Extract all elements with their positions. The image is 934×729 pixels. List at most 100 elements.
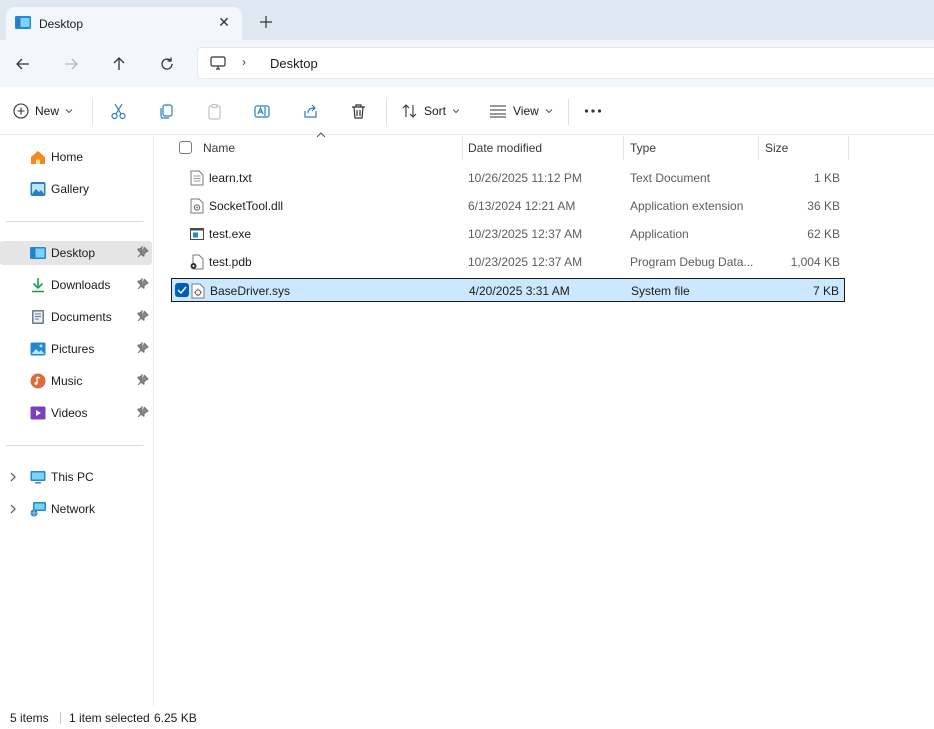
rename-icon bbox=[254, 104, 270, 118]
tab-desktop[interactable]: Desktop ✕ bbox=[6, 7, 242, 40]
breadcrumb-desktop[interactable]: Desktop bbox=[270, 56, 318, 71]
back-button[interactable] bbox=[11, 52, 35, 76]
sidebar-item-videos[interactable]: Videos bbox=[0, 401, 152, 425]
close-tab-icon[interactable]: ✕ bbox=[214, 12, 234, 32]
file-size: 1 KB bbox=[813, 171, 840, 185]
selection-count: 1 item selected bbox=[69, 711, 150, 725]
videos-icon bbox=[30, 406, 46, 420]
file-row[interactable]: test.exe 10/23/2025 12:37 AM Application… bbox=[171, 222, 845, 246]
arrow-right-icon bbox=[65, 58, 78, 70]
forward-button[interactable] bbox=[59, 52, 83, 76]
sort-button[interactable]: Sort bbox=[402, 99, 460, 123]
view-list-icon bbox=[490, 105, 506, 118]
title-bar: Desktop ✕ bbox=[0, 0, 934, 40]
downloads-icon bbox=[32, 278, 44, 293]
trash-icon bbox=[352, 103, 365, 119]
share-button[interactable] bbox=[302, 99, 319, 123]
file-list: Name Date modified Type Size learn.txt 1… bbox=[154, 132, 934, 706]
column-header-date[interactable]: Date modified bbox=[462, 136, 623, 160]
sort-label: Sort bbox=[424, 104, 447, 118]
pin-icon[interactable] bbox=[137, 374, 149, 386]
column-size-label: Size bbox=[765, 141, 789, 155]
new-tab-button[interactable] bbox=[256, 12, 276, 32]
cut-button[interactable] bbox=[110, 99, 127, 123]
breadcrumb-separator[interactable]: › bbox=[242, 55, 246, 69]
rename-button[interactable] bbox=[254, 99, 271, 123]
file-size: 7 KB bbox=[812, 284, 839, 298]
documents-icon bbox=[32, 310, 44, 324]
file-name: SocketTool.dll bbox=[209, 199, 284, 213]
up-button[interactable] bbox=[107, 52, 131, 76]
file-row-selected[interactable]: BaseDriver.sys 4/20/2025 3:31 AM System … bbox=[171, 278, 845, 302]
view-label: View bbox=[513, 104, 539, 118]
more-icon bbox=[584, 109, 602, 113]
pin-icon[interactable] bbox=[137, 310, 149, 322]
network-icon bbox=[30, 502, 46, 517]
view-button[interactable]: View bbox=[489, 99, 553, 123]
see-more-button[interactable] bbox=[584, 99, 602, 123]
file-name: BaseDriver.sys bbox=[210, 284, 291, 298]
delete-button[interactable] bbox=[350, 99, 367, 123]
new-button[interactable]: New bbox=[13, 99, 73, 123]
copy-button[interactable] bbox=[158, 99, 175, 123]
sort-icon bbox=[402, 104, 417, 118]
text-file-icon bbox=[190, 170, 204, 186]
sidebar-item-music[interactable]: Music bbox=[0, 369, 152, 393]
row-checkbox-checked[interactable] bbox=[175, 283, 189, 297]
toolbar-divider bbox=[568, 99, 569, 125]
sidebar-item-desktop[interactable]: Desktop bbox=[0, 241, 152, 265]
file-date: 10/23/2025 12:37 AM bbox=[468, 255, 583, 269]
file-date: 10/26/2025 11:12 PM bbox=[468, 171, 582, 185]
selection-size: 6.25 KB bbox=[154, 711, 197, 725]
copy-icon bbox=[160, 103, 173, 119]
sidebar-item-network[interactable]: Network bbox=[0, 497, 152, 521]
sidebar-item-label: Downloads bbox=[51, 278, 111, 292]
file-size: 62 KB bbox=[807, 227, 840, 241]
file-date: 10/23/2025 12:37 AM bbox=[468, 227, 583, 241]
chevron-right-icon[interactable] bbox=[8, 470, 18, 484]
file-row[interactable]: learn.txt 10/26/2025 11:12 PM Text Docum… bbox=[171, 166, 845, 190]
sidebar-item-label: Videos bbox=[51, 406, 88, 420]
sidebar-item-gallery[interactable]: Gallery bbox=[0, 177, 152, 201]
sidebar-divider bbox=[6, 445, 143, 446]
pin-icon[interactable] bbox=[137, 278, 149, 290]
file-row[interactable]: test.pdb 10/23/2025 12:37 AM Program Deb… bbox=[171, 250, 845, 274]
sidebar-item-pictures[interactable]: Pictures bbox=[0, 337, 152, 361]
navigation-pane: Home Gallery Desktop Downloads Documents… bbox=[0, 136, 154, 706]
select-all-checkbox[interactable] bbox=[179, 141, 192, 154]
address-bar[interactable]: › Desktop bbox=[197, 47, 934, 79]
music-icon bbox=[30, 373, 46, 389]
item-count: 5 items bbox=[10, 711, 49, 725]
gallery-icon bbox=[30, 182, 46, 196]
monitor-icon[interactable] bbox=[210, 55, 226, 71]
column-header-size[interactable]: Size bbox=[758, 136, 848, 160]
pin-icon[interactable] bbox=[137, 246, 149, 258]
sidebar-item-label: Music bbox=[51, 374, 83, 388]
arrow-up-icon bbox=[113, 57, 125, 70]
status-bar: 5 items 1 item selected 6.25 KB bbox=[0, 706, 934, 729]
sidebar-item-downloads[interactable]: Downloads bbox=[0, 273, 152, 297]
chevron-down-icon bbox=[545, 109, 553, 114]
sidebar-item-label: Documents bbox=[51, 310, 112, 324]
paste-button[interactable] bbox=[206, 99, 223, 123]
pictures-icon bbox=[30, 342, 46, 356]
pin-icon[interactable] bbox=[137, 342, 149, 354]
pin-icon[interactable] bbox=[137, 406, 149, 418]
column-header-name[interactable]: Name bbox=[197, 136, 462, 160]
desktop-folder-icon bbox=[15, 16, 31, 29]
tab-title: Desktop bbox=[39, 17, 84, 31]
chevron-right-icon[interactable] bbox=[8, 502, 18, 516]
plus-icon bbox=[260, 16, 272, 28]
toolbar-divider bbox=[386, 99, 387, 125]
column-header-type[interactable]: Type bbox=[623, 136, 758, 160]
refresh-button[interactable] bbox=[155, 52, 179, 76]
sidebar-item-documents[interactable]: Documents bbox=[0, 305, 152, 329]
column-resize-handle[interactable] bbox=[848, 136, 849, 160]
status-divider bbox=[60, 712, 61, 724]
sidebar-item-home[interactable]: Home bbox=[0, 145, 152, 169]
file-row[interactable]: SocketTool.dll 6/13/2024 12:21 AM Applic… bbox=[171, 194, 845, 218]
file-type: Program Debug Data... bbox=[630, 255, 754, 269]
exe-file-icon bbox=[190, 228, 204, 240]
sidebar-item-this-pc[interactable]: This PC bbox=[0, 465, 152, 489]
sidebar-item-label: Gallery bbox=[51, 182, 90, 196]
